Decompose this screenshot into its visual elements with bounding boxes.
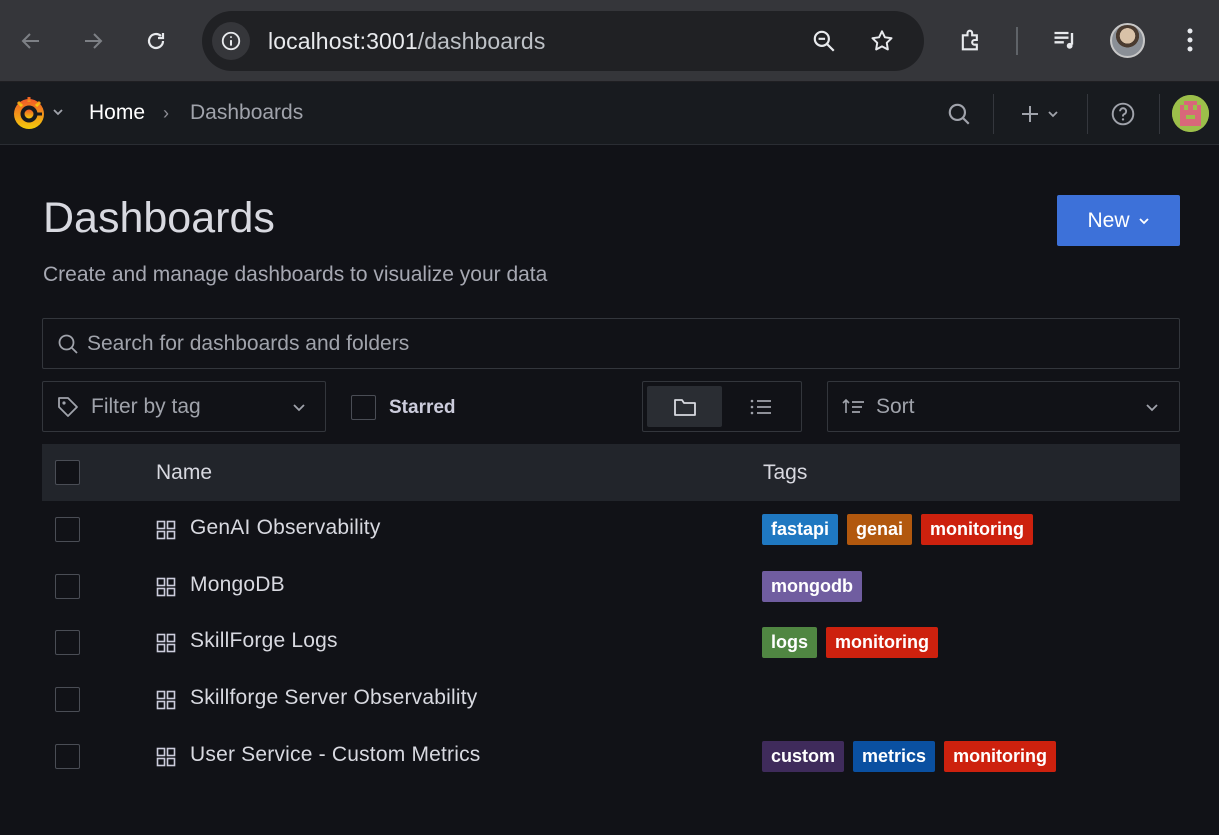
tag-badge[interactable]: logs <box>762 627 818 658</box>
breadcrumb-current: Dashboards <box>190 101 304 124</box>
add-new-button[interactable] <box>1014 96 1064 132</box>
toolbar-divider <box>1016 27 1018 55</box>
row-checkbox[interactable] <box>55 744 80 769</box>
url-text[interactable]: localhost:3001/dashboards <box>268 28 545 55</box>
table-header: Name Tags <box>42 444 1180 501</box>
table-row[interactable]: GenAI Observability fastapi genai monito… <box>42 501 1180 558</box>
media-control-icon[interactable] <box>1045 20 1085 60</box>
topbar-divider <box>1087 94 1088 134</box>
grafana-logo-icon[interactable] <box>10 94 48 132</box>
page-title: Dashboards <box>43 194 275 242</box>
row-checkbox[interactable] <box>55 630 80 655</box>
tag-badge[interactable]: genai <box>847 514 913 545</box>
extensions-icon[interactable] <box>951 20 991 60</box>
arrow-right-icon <box>85 33 103 49</box>
search-icon <box>58 334 78 354</box>
profile-avatar[interactable] <box>1110 23 1145 58</box>
chevron-down-icon <box>293 404 305 412</box>
forward-button[interactable] <box>74 22 112 60</box>
site-info-icon[interactable] <box>212 22 250 60</box>
dashboard-grid-icon <box>156 747 176 767</box>
tag-filter-select[interactable]: Filter by tag <box>42 381 326 432</box>
breadcrumb-home[interactable]: Home <box>89 101 145 125</box>
new-button-label: New <box>1087 208 1130 232</box>
page-subtitle: Create and manage dashboards to visualiz… <box>43 263 548 286</box>
tag-list: logs monitoring <box>762 627 938 658</box>
dashboard-name-link[interactable]: SkillForge Logs <box>190 629 338 653</box>
sort-icon <box>842 398 864 413</box>
table-row[interactable]: SkillForge Logs logs monitoring <box>42 614 1180 671</box>
view-toggle <box>642 381 802 432</box>
tag-icon <box>58 397 78 417</box>
dashboard-grid-icon <box>156 520 176 540</box>
tag-list: fastapi genai monitoring <box>762 514 1034 545</box>
new-button[interactable]: New <box>1057 195 1180 246</box>
table-row[interactable]: User Service - Custom Metrics custom met… <box>42 728 1180 785</box>
tag-badge[interactable]: monitoring <box>944 741 1057 772</box>
select-all-checkbox[interactable] <box>55 460 80 485</box>
dashboard-grid-icon <box>156 577 176 597</box>
tag-list: custom metrics monitoring <box>762 741 1057 772</box>
tag-badge[interactable]: monitoring <box>921 514 1034 545</box>
menu-dots-icon[interactable] <box>1170 20 1210 60</box>
tag-badge[interactable]: custom <box>762 741 845 772</box>
dashboard-name-link[interactable]: GenAI Observability <box>190 516 381 540</box>
tag-badge[interactable]: fastapi <box>762 514 839 545</box>
starred-label[interactable]: Starred <box>389 397 456 419</box>
sort-select[interactable]: Sort <box>827 381 1180 432</box>
sort-label: Sort <box>876 395 915 418</box>
breadcrumb-separator: › <box>163 103 169 123</box>
reload-icon <box>147 32 165 50</box>
arrow-left-icon <box>21 33 39 49</box>
help-icon[interactable] <box>1107 96 1139 132</box>
chevron-down-icon <box>1138 217 1149 224</box>
chevron-down-icon[interactable] <box>52 106 64 118</box>
dashboard-name-link[interactable]: Skillforge Server Observability <box>190 686 477 710</box>
column-header-tags: Tags <box>763 461 808 484</box>
dashboard-grid-icon <box>156 633 176 653</box>
folder-icon <box>673 398 696 416</box>
list-icon <box>750 399 771 414</box>
reload-button[interactable] <box>137 22 175 60</box>
grafana-topbar: Home › Dashboards <box>0 82 1219 145</box>
table-row[interactable]: Skillforge Server Observability <box>42 671 1180 728</box>
tag-badge[interactable]: metrics <box>853 741 936 772</box>
tag-badge[interactable]: mongodb <box>762 571 862 602</box>
tag-filter-label: Filter by tag <box>91 395 201 418</box>
zoom-icon[interactable] <box>808 25 840 57</box>
search-input[interactable] <box>87 319 1167 368</box>
user-avatar[interactable] <box>1172 95 1209 132</box>
list-view-button[interactable] <box>723 386 798 427</box>
tag-list: mongodb <box>762 571 862 602</box>
address-bar[interactable]: localhost:3001/dashboards <box>202 11 924 71</box>
search-icon[interactable] <box>943 96 975 132</box>
dashboard-name-link[interactable]: MongoDB <box>190 573 285 597</box>
table-row[interactable]: MongoDB mongodb <box>42 558 1180 615</box>
row-checkbox[interactable] <box>55 517 80 542</box>
starred-checkbox[interactable] <box>351 395 376 420</box>
row-checkbox[interactable] <box>55 687 80 712</box>
topbar-divider <box>1159 94 1160 134</box>
plus-icon <box>1022 106 1038 122</box>
tag-badge[interactable]: monitoring <box>826 627 938 658</box>
dashboard-name-link[interactable]: User Service - Custom Metrics <box>190 743 481 767</box>
column-header-name[interactable]: Name <box>156 461 212 485</box>
row-checkbox[interactable] <box>55 574 80 599</box>
search-box <box>42 318 1180 369</box>
dashboard-grid-icon <box>156 690 176 710</box>
browser-toolbar: localhost:3001/dashboards <box>0 0 1219 82</box>
chevron-down-icon <box>1146 404 1158 412</box>
chevron-down-icon <box>1048 111 1058 118</box>
folder-view-button[interactable] <box>647 386 722 427</box>
bookmark-star-icon[interactable] <box>866 25 898 57</box>
topbar-divider <box>993 94 994 134</box>
back-button[interactable] <box>12 22 50 60</box>
